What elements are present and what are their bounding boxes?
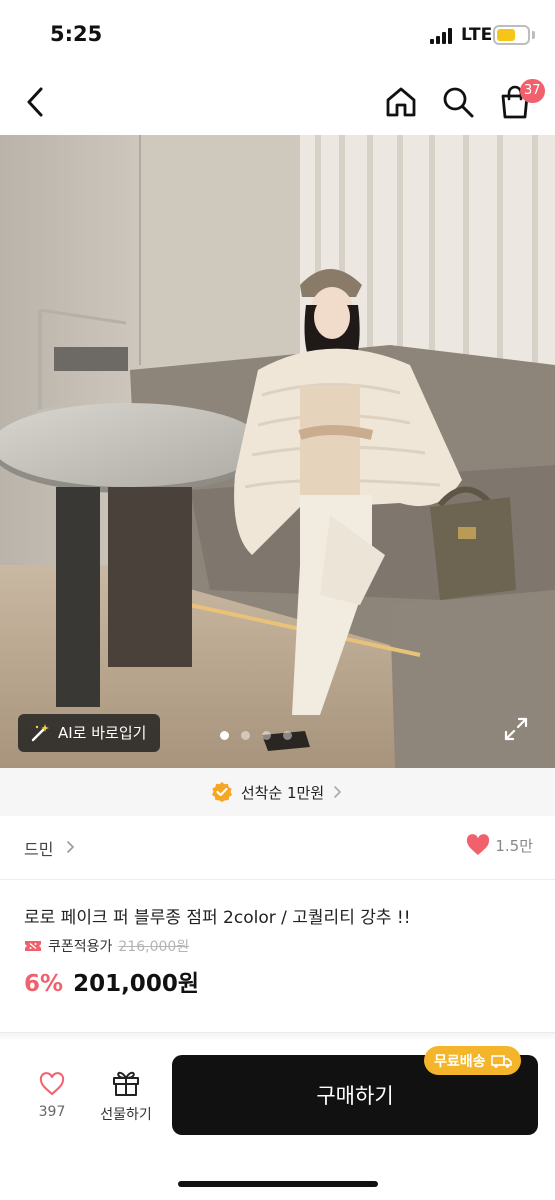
original-price: 216,000원 xyxy=(118,939,190,955)
status-time: 5:25 xyxy=(50,22,103,46)
brand-like-button[interactable]: 1.5만 xyxy=(466,834,533,856)
gallery-dot[interactable] xyxy=(220,731,229,740)
gallery-dot[interactable] xyxy=(283,731,292,740)
chevron-right-icon xyxy=(334,786,342,798)
brand-like-count: 1.5만 xyxy=(495,836,533,855)
product-title: 로로 페이크 퍼 블루종 점퍼 2color / 고퀄리티 강추 !! xyxy=(24,908,411,928)
gallery-dot[interactable] xyxy=(262,731,271,740)
heart-filled-icon xyxy=(467,834,490,855)
coupon-icon xyxy=(25,941,41,951)
ai-try-on-button[interactable]: AI로 바로입기 xyxy=(18,714,161,752)
price-row: 6% 201,000원 xyxy=(24,964,199,998)
discount-rate: 6% xyxy=(24,971,64,997)
signal-icon xyxy=(430,28,456,44)
free-shipping-label: 무료배송 xyxy=(434,1053,486,1070)
ai-try-on-label: AI로 바로입기 xyxy=(58,724,147,742)
gift-button[interactable]: 선물하기 xyxy=(92,1068,160,1128)
status-bar: 5:25 LTE xyxy=(0,0,555,70)
gift-icon xyxy=(113,1071,139,1096)
heart-outline-icon xyxy=(39,1072,65,1096)
buy-button-label: 구매하기 xyxy=(316,1084,394,1108)
coupon-label: 쿠폰적용가 xyxy=(48,939,113,955)
brand-row: 드민 1.5만 xyxy=(0,816,555,880)
gallery-dot[interactable] xyxy=(241,731,250,740)
check-badge-icon xyxy=(211,782,232,802)
truck-icon xyxy=(490,1054,512,1068)
product-image[interactable] xyxy=(0,135,555,768)
product-photo xyxy=(0,135,555,768)
expand-icon[interactable] xyxy=(503,716,529,742)
brand-name[interactable]: 드민 xyxy=(24,836,53,860)
promo-text: 선착순 1만원 xyxy=(240,783,325,802)
home-icon[interactable] xyxy=(384,85,418,119)
cart-badge: 37 xyxy=(520,79,545,103)
wishlist-count: 397 xyxy=(38,1104,66,1120)
first-come-coupon-banner[interactable]: 선착순 1만원 xyxy=(0,768,555,816)
wishlist-button[interactable]: 397 xyxy=(22,1068,82,1128)
gift-label: 선물하기 xyxy=(100,1107,152,1123)
back-icon[interactable] xyxy=(22,86,48,118)
search-icon[interactable] xyxy=(441,85,475,119)
coupon-price-row: 쿠폰적용가 216,000원 xyxy=(24,936,189,956)
network-label: LTE xyxy=(461,25,493,45)
gallery-pagination xyxy=(220,731,292,740)
battery-icon xyxy=(493,25,530,45)
section-divider xyxy=(0,1032,555,1040)
sale-price: 201,000원 xyxy=(73,971,199,997)
magic-wand-icon xyxy=(31,724,49,742)
top-nav xyxy=(0,70,555,135)
free-shipping-badge: 무료배송 xyxy=(424,1046,521,1075)
home-indicator xyxy=(178,1181,378,1187)
chevron-right-icon[interactable] xyxy=(66,840,76,854)
